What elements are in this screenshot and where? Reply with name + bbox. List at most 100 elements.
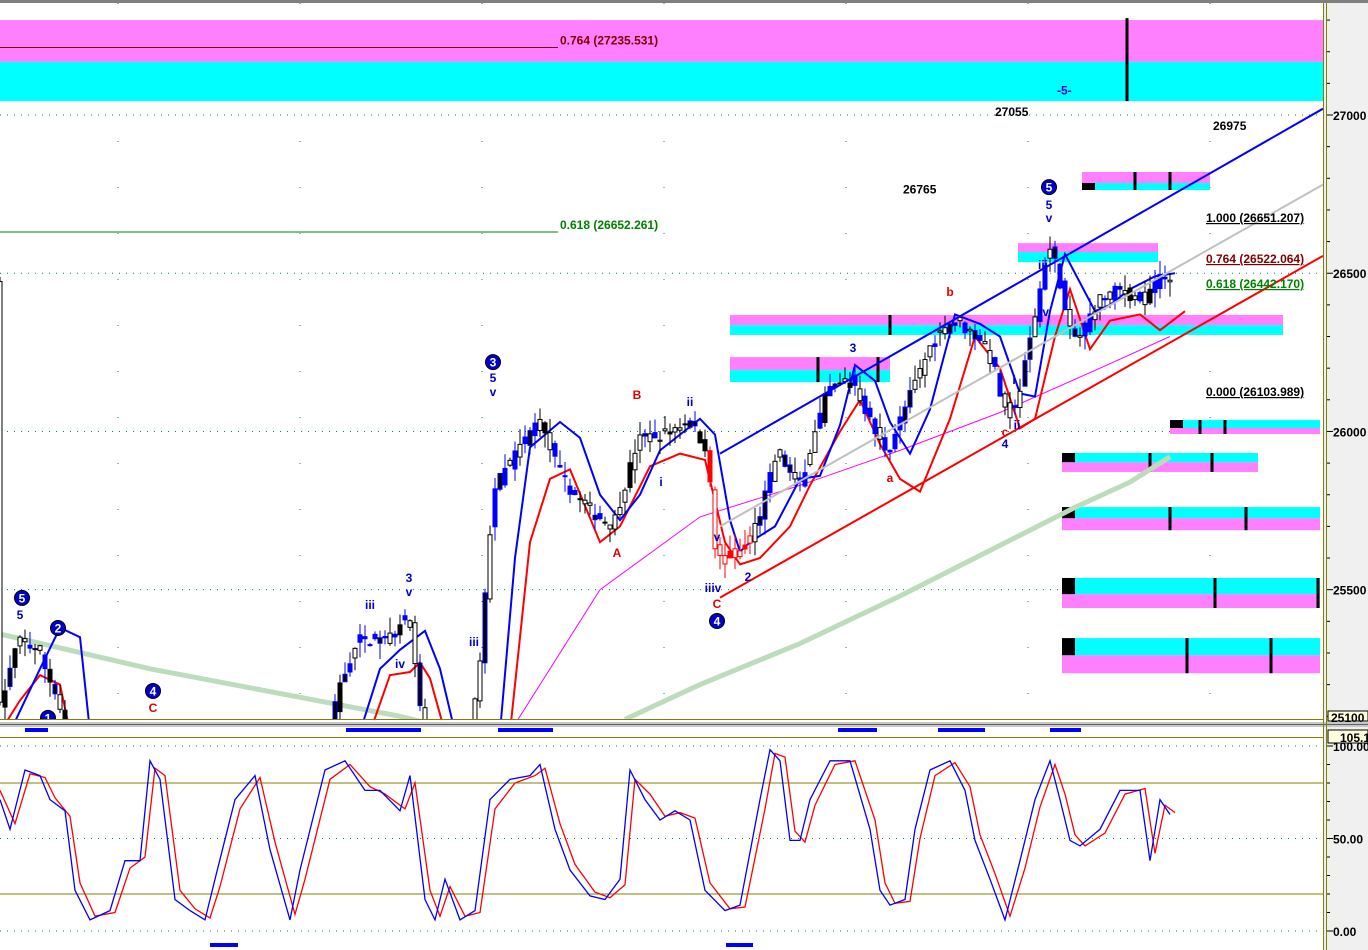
candle xyxy=(982,341,988,345)
candle xyxy=(912,379,918,390)
candle xyxy=(652,432,658,439)
candle xyxy=(1107,291,1113,300)
zone-marker xyxy=(1062,638,1075,656)
candle xyxy=(1002,393,1008,408)
candle xyxy=(577,498,583,501)
wave-label: iiiv xyxy=(705,581,722,595)
candle xyxy=(1027,337,1033,360)
candle xyxy=(1047,248,1053,259)
candle xyxy=(597,513,603,520)
candle xyxy=(32,648,38,651)
wave-label: ii xyxy=(1014,418,1021,432)
price-tick-label: 26000 xyxy=(1333,425,1367,439)
wave-label: b xyxy=(946,285,953,299)
candle xyxy=(657,439,663,442)
chart-canvas: 55214Ciii3viviii35vAB iiiviiivC423abiiic4… xyxy=(0,0,1368,950)
zone-pink xyxy=(1170,427,1320,434)
candle xyxy=(47,668,53,683)
zone-cyan xyxy=(1062,577,1320,595)
signal-bar xyxy=(346,728,421,732)
candle xyxy=(812,431,818,453)
wave-label: B xyxy=(633,388,642,402)
fib-label: 0.618 (26652.261) xyxy=(560,218,658,232)
wave-label: iv xyxy=(395,657,405,671)
candle xyxy=(867,407,873,418)
candle xyxy=(1167,279,1173,283)
candle xyxy=(7,667,13,687)
candle xyxy=(27,644,33,649)
candle xyxy=(592,514,598,521)
candle xyxy=(1007,402,1013,419)
candle xyxy=(717,544,723,557)
wave-label: C xyxy=(149,701,158,715)
candle xyxy=(987,350,993,365)
candle xyxy=(692,420,698,427)
candle xyxy=(552,443,558,457)
osc-tick-label: 0.00 xyxy=(1333,925,1357,939)
candle xyxy=(392,633,398,638)
osc-value-label: 105.1 xyxy=(1340,731,1368,745)
price-note: 26765 xyxy=(903,182,937,196)
candle xyxy=(787,464,793,473)
price-note: 26975 xyxy=(1213,119,1247,133)
candle xyxy=(817,412,823,429)
osc-tick-label: 50.00 xyxy=(1333,833,1363,847)
wave-label: v xyxy=(490,385,497,399)
axis-background xyxy=(1323,0,1368,950)
trendline-middle[interactable] xyxy=(719,183,1323,528)
candle xyxy=(0,280,3,703)
wave-label-circled: 4 xyxy=(150,684,157,698)
candle xyxy=(342,673,348,683)
price-pane[interactable]: 55214Ciii3viviii35vAB iiiviiivC423abiiic4… xyxy=(0,3,1323,744)
pane-separator[interactable] xyxy=(0,719,1368,738)
candle xyxy=(687,420,693,428)
candle xyxy=(622,489,628,503)
zone-pink xyxy=(1062,518,1320,531)
candle xyxy=(972,330,978,340)
candle xyxy=(52,683,58,695)
zone-marker xyxy=(1062,577,1075,595)
candle xyxy=(497,473,503,490)
candle xyxy=(347,663,353,673)
price-note: -5- xyxy=(1057,83,1072,97)
candle xyxy=(702,439,708,452)
candle xyxy=(482,592,488,664)
candle xyxy=(1077,335,1083,338)
candle xyxy=(387,632,393,644)
price-tick-label: 27000 xyxy=(1333,109,1367,123)
candle xyxy=(682,423,688,426)
candle xyxy=(477,660,483,702)
zone-pink xyxy=(0,20,1323,62)
candle xyxy=(1162,276,1168,280)
candle xyxy=(1072,328,1078,337)
candle xyxy=(997,373,1003,397)
candle xyxy=(732,548,738,559)
oscillator-pane[interactable] xyxy=(0,745,1323,932)
wave-label: a xyxy=(887,471,894,485)
candle xyxy=(582,499,588,505)
candle xyxy=(17,636,23,647)
zone-cyan xyxy=(730,370,890,383)
candle xyxy=(1067,309,1073,327)
candle xyxy=(822,393,828,424)
candle xyxy=(807,453,813,466)
candle xyxy=(722,555,728,565)
candle xyxy=(962,322,968,334)
wave-label: i xyxy=(659,475,662,489)
candle xyxy=(332,701,338,719)
wave-label: C xyxy=(713,597,722,611)
wave-label-circled: 5 xyxy=(1046,181,1053,195)
candle xyxy=(57,694,63,710)
candle xyxy=(777,449,783,458)
candle xyxy=(1122,290,1128,295)
candle xyxy=(357,634,363,643)
price-zones xyxy=(0,18,1323,674)
wave-label: 5 xyxy=(1046,198,1053,212)
candle xyxy=(2,690,8,708)
candle xyxy=(1062,280,1068,311)
candle xyxy=(377,637,383,644)
fib-label: 0.764 (26522.064) xyxy=(1206,252,1304,266)
candle xyxy=(637,434,643,451)
candle xyxy=(857,388,863,402)
candle xyxy=(697,431,703,444)
